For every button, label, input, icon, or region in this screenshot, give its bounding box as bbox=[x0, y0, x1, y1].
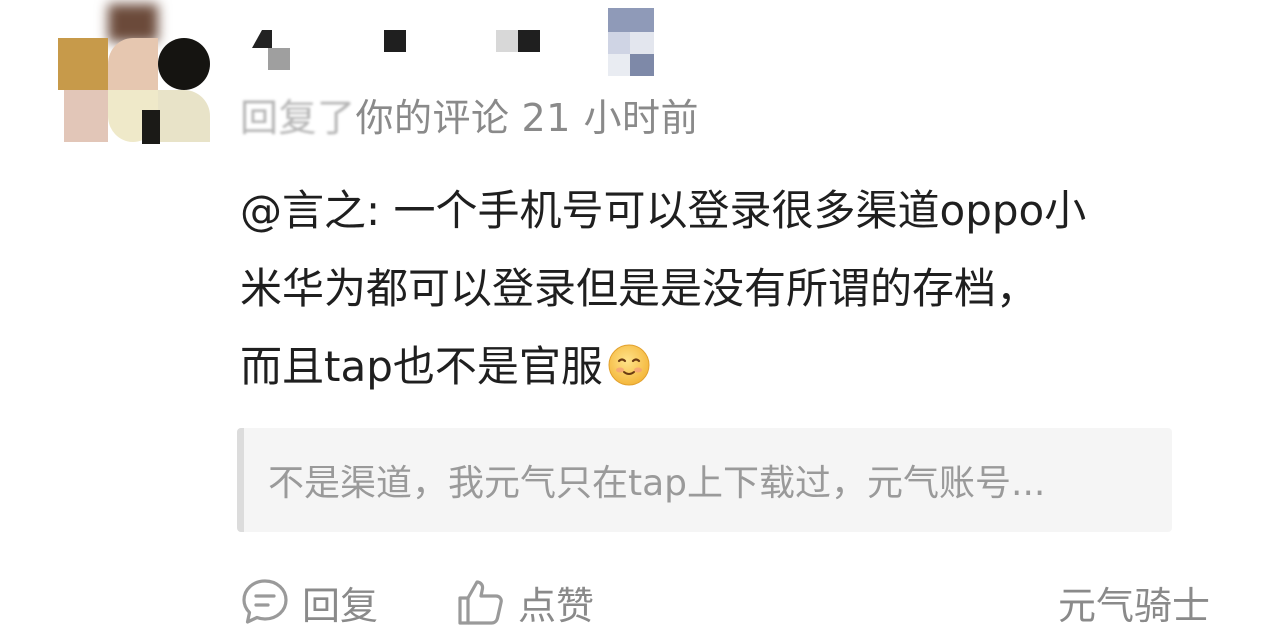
quoted-comment-text: 不是渠道，我元气只在tap上下载过，元气账号... bbox=[268, 463, 1046, 504]
like-label: 点赞 bbox=[518, 583, 595, 628]
meta-target-text: 你的评论 bbox=[355, 95, 510, 140]
comment-actions: 回复 点赞 元气骑士 bbox=[240, 570, 1220, 634]
quoted-comment[interactable]: 不是渠道，我元气只在tap上下载过，元气账号... bbox=[237, 428, 1172, 532]
smiley-blush-emoji bbox=[608, 344, 650, 386]
meta-action-text: 回复了 bbox=[240, 95, 356, 140]
comment-bubble-icon bbox=[242, 579, 288, 624]
comment-line-3-text: 而且tap也不是官服 bbox=[240, 342, 603, 391]
meta-timestamp: 21 小时前 bbox=[521, 95, 699, 140]
avatar[interactable] bbox=[58, 4, 210, 146]
comment-body: @言之: 一个手机号可以登录很多渠道oppo小 米华为都可以登录但是是没有所谓的… bbox=[240, 172, 1215, 406]
comment-meta: 回复了 你的评论 21 小时前 bbox=[240, 86, 699, 142]
reply-button[interactable]: 回复 bbox=[240, 570, 378, 634]
reply-label: 回复 bbox=[302, 583, 379, 628]
comment-line-1: @言之: 一个手机号可以登录很多渠道oppo小 bbox=[240, 186, 1087, 235]
like-button[interactable]: 点赞 bbox=[456, 570, 594, 634]
comment-card: 回复了 你的评论 21 小时前 @言之: 一个手机号可以登录很多渠道oppo小 … bbox=[0, 0, 1263, 643]
game-tag[interactable]: 元气骑士 bbox=[1058, 570, 1210, 634]
comment-line-2: 米华为都可以登录但是是没有所谓的存档， bbox=[240, 264, 1039, 313]
thumbs-up-icon bbox=[458, 580, 503, 625]
username-mosaic[interactable] bbox=[248, 8, 668, 78]
comment-line-3: 而且tap也不是官服 bbox=[240, 328, 1215, 406]
